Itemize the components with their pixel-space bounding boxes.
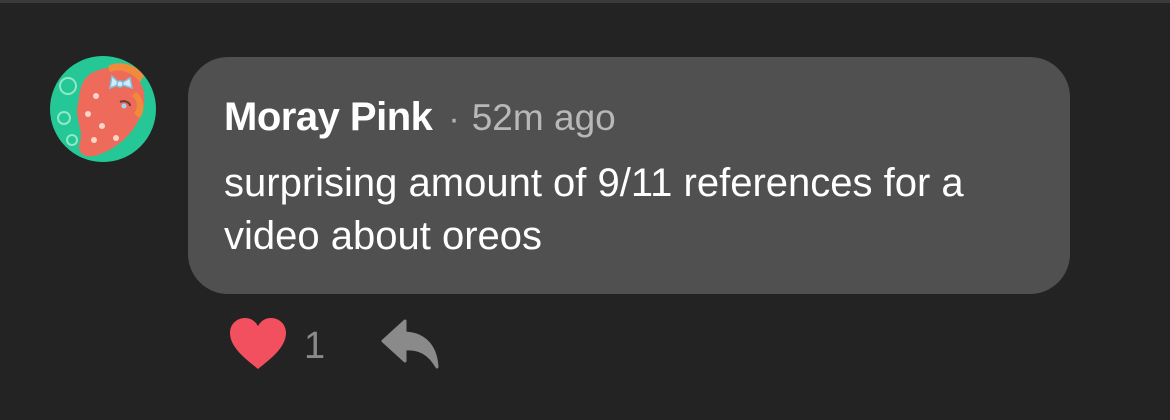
like-count: 1 xyxy=(304,324,326,367)
author-name[interactable]: Moray Pink xyxy=(224,95,433,140)
comment-meta: Moray Pink · 52m ago xyxy=(224,95,1034,143)
like-button[interactable]: 1 xyxy=(228,317,325,376)
top-divider xyxy=(0,0,1170,3)
comment-text: surprising amount of 9/11 references for… xyxy=(224,161,964,258)
comment-timestamp: 52m ago xyxy=(471,97,616,138)
reply-button[interactable] xyxy=(381,319,441,374)
heart-icon[interactable] xyxy=(228,317,288,376)
avatar[interactable] xyxy=(50,56,156,162)
meta-separator: · xyxy=(448,100,460,138)
reply-arrow-icon[interactable] xyxy=(381,319,441,374)
comment-bubble: Moray Pink · 52m ago surprising amount o… xyxy=(188,57,1070,294)
avatar-illustration xyxy=(50,56,156,162)
comment-actions: 1 xyxy=(228,317,441,376)
